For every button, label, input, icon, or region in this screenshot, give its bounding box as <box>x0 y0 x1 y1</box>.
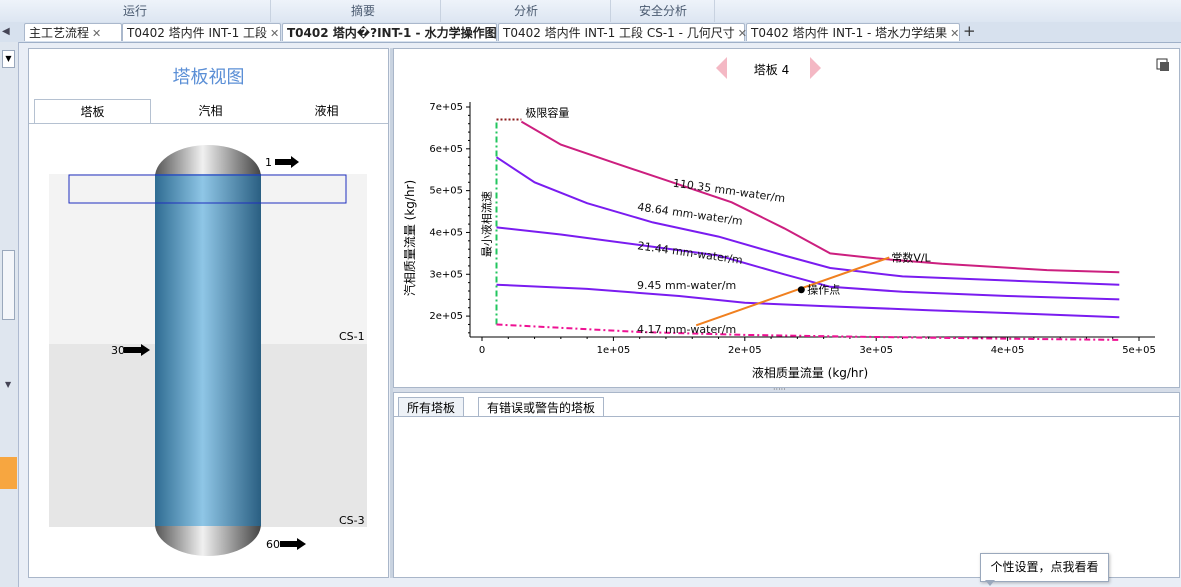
tab-hydraulic-results[interactable]: T0402 塔内件 INT-1 - 塔水力学结果 ✕ <box>746 23 960 41</box>
stage-label-1: 1 <box>265 156 272 169</box>
tab-label: T0402 塔内件 INT-1 工段 <box>127 26 268 40</box>
y-tick-label: 7e+05 <box>429 102 463 113</box>
tab-tray[interactable]: 塔板 <box>34 99 151 123</box>
scroll-down-icon[interactable]: ▼ <box>5 380 11 389</box>
tab-scroll-left-icon[interactable]: ◀ <box>2 26 10 37</box>
series-line <box>520 120 1120 274</box>
y-tick-label: 5e+05 <box>429 186 463 197</box>
hydraulic-chart: 0 1e+05 2e+05 3e+05 4e+05 5e+05 2e+05 3e+05 4e+0… <box>402 102 1156 380</box>
tab-cs1-geometry[interactable]: T0402 塔内件 INT-1 工段 CS-1 - 几何尺寸 ✕ <box>498 23 747 41</box>
ribbon-analysis[interactable]: 分析 <box>442 0 611 22</box>
tab-label: T0402 塔内件 INT-1 - 塔水力学结果 <box>751 26 948 40</box>
stage-label-60: 60 <box>266 538 280 551</box>
operating-point-label: 操作点 <box>807 283 840 297</box>
x-axis-label: 液相质量流量 (kg/hr) <box>752 365 868 380</box>
document-tab-bar: ◀ 主工艺流程 ✕ T0402 塔内件 INT-1 工段 ✕ T0402 塔内�?I… <box>0 22 1181 43</box>
series-label: 9.45 mm-water/m <box>637 279 736 292</box>
dropdown-icon[interactable]: ▼ <box>2 50 15 68</box>
section-label-cs3: CS-3 <box>339 514 365 527</box>
column-diagram: CS-1 CS-3 1 30 60 <box>49 145 367 556</box>
ribbon-bar: 运行 摘要 分析 安全分析 <box>0 0 1181 23</box>
tab-main-flowsheet[interactable]: 主工艺流程 ✕ <box>24 23 122 41</box>
column-body <box>155 174 261 526</box>
feed-arrow-icon <box>275 156 299 168</box>
y-axis-label: 汽相质量流量 (kg/hr) <box>402 180 417 296</box>
hydraulic-plot-panel: 塔板 4 0 1e+05 2e+05 3e+05 4e+05 5e+05 2e+05 3e+0… <box>393 48 1180 388</box>
orange-panel-tab[interactable] <box>0 457 17 489</box>
tray-list-panel: 所有塔板 有错误或警告的塔板 <box>393 392 1180 578</box>
add-tab-icon[interactable]: + <box>963 22 976 40</box>
tab-vapor[interactable]: 汽相 <box>153 99 268 123</box>
x-tick-label: 1e+05 <box>597 345 631 356</box>
divider <box>394 416 1179 417</box>
panel-title: 塔板视图 <box>172 67 245 88</box>
tab-hydraulic-plot[interactable]: T0402 塔内�?INT-1 - 水力学操作图✕ <box>282 23 509 41</box>
product-arrow-icon <box>280 538 306 550</box>
operating-line-label: 常数V/L <box>891 252 931 265</box>
tab-label: 主工艺流程 <box>29 26 90 40</box>
stage-label-30: 30 <box>111 344 125 357</box>
personalize-tooltip[interactable]: 个性设置，点我看看 <box>980 553 1109 582</box>
series-label: 48.64 mm-water/m <box>637 200 744 228</box>
limit-label: 极限容量 <box>525 106 569 120</box>
tab-error-trays[interactable]: 有错误或警告的塔板 <box>478 397 605 417</box>
y-tick-label: 2e+05 <box>429 311 463 322</box>
left-collapsed-strip: ▼ ▼ <box>0 42 19 587</box>
tab-liquid[interactable]: 液相 <box>269 99 384 123</box>
close-icon[interactable]: ✕ <box>92 27 101 40</box>
tab-label: T0402 塔内件 INT-1 工段 CS-1 - 几何尺寸 <box>503 26 735 40</box>
section-label-cs1: CS-1 <box>339 330 365 343</box>
series-line <box>496 323 1120 341</box>
ribbon-summary[interactable]: 摘要 <box>286 0 441 22</box>
tab-int1-section[interactable]: T0402 塔内件 INT-1 工段 ✕ <box>122 23 281 41</box>
scrollbar-thumb[interactable] <box>2 250 15 320</box>
series-line <box>495 156 1120 286</box>
x-tick-label: 5e+05 <box>1122 345 1156 356</box>
x-tick-label: 2e+05 <box>728 345 762 356</box>
tab-all-trays[interactable]: 所有塔板 <box>398 397 465 417</box>
y-tick-label: 3e+05 <box>429 269 463 280</box>
x-tick-label: 4e+05 <box>991 345 1025 356</box>
close-icon[interactable]: ✕ <box>950 27 959 40</box>
y-tick-label: 4e+05 <box>429 227 463 238</box>
tooltip-pointer <box>985 580 995 586</box>
operating-point <box>797 286 805 294</box>
tray-view-panel: 塔板视图 塔板 汽相 液相 CS-1 CS-3 1 30 60 <box>28 48 389 578</box>
ribbon-run[interactable]: 运行 <box>0 0 271 22</box>
x-tick-label: 3e+05 <box>859 345 893 356</box>
ribbon-safety-analysis[interactable]: 安全分析 <box>612 0 715 22</box>
limit-label: 最小液相流速 <box>479 191 493 257</box>
y-tick-label: 6e+05 <box>429 144 463 155</box>
x-tick-label: 0 <box>479 345 485 356</box>
tab-label: T0402 塔内�?INT-1 - 水力学操作图 <box>287 26 497 40</box>
series-label: 4.17 mm-water/m <box>637 323 736 336</box>
close-icon[interactable]: ✕ <box>270 27 279 40</box>
series-label: 21.44 mm-water/m <box>637 239 744 267</box>
